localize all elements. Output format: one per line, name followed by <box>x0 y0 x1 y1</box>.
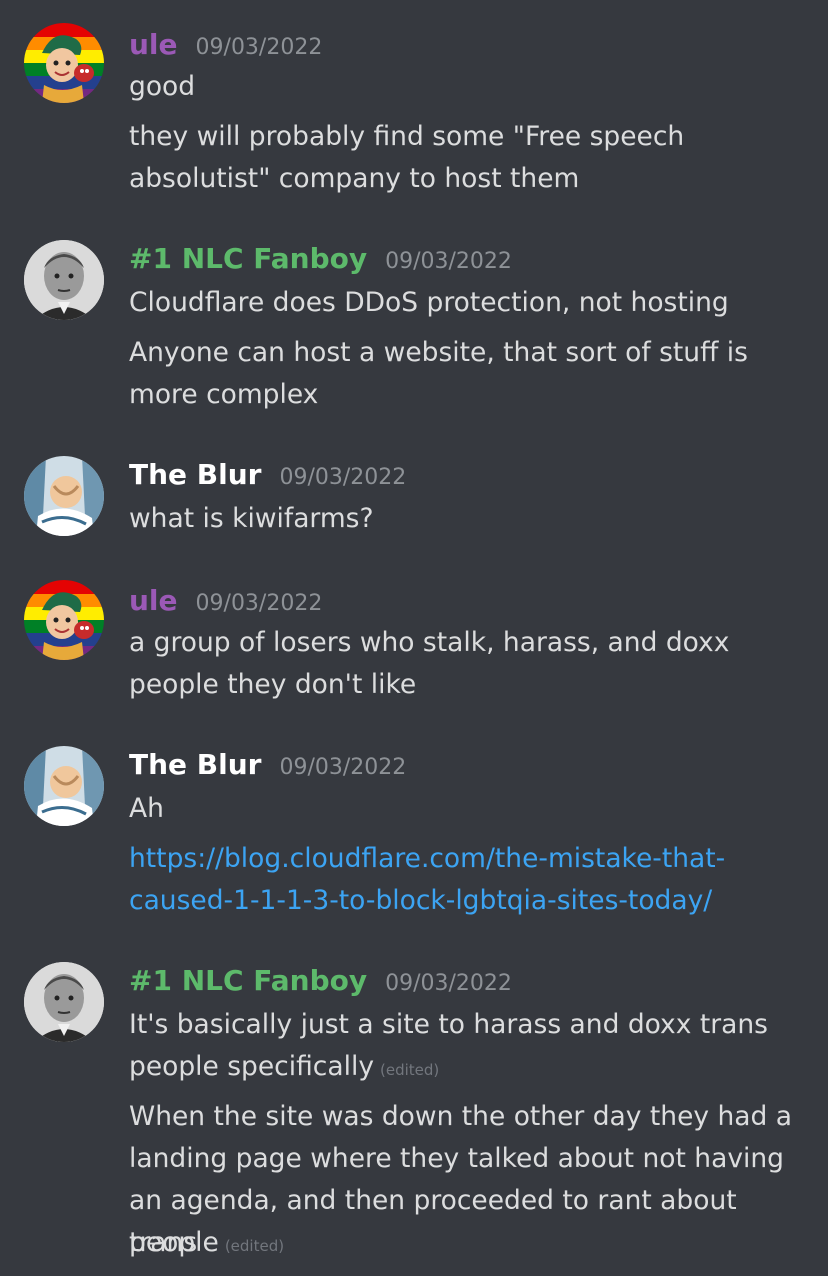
message-text: they will probably find some "Free speec… <box>129 121 685 152</box>
message-header: ule 09/03/2022 <box>129 584 322 624</box>
edited-label: (edited) <box>224 1237 285 1255</box>
author-name[interactable]: #1 NLC Fanboy <box>129 242 367 275</box>
author-name[interactable]: ule <box>129 28 178 61</box>
timestamp: 09/03/2022 <box>195 35 323 60</box>
message-text: a group of losers who stalk, harass, and… <box>129 627 730 658</box>
author-name[interactable]: The Blur <box>129 458 261 491</box>
message-text: people specifically <box>129 1051 375 1082</box>
message-text: Ah <box>129 793 164 824</box>
author-name[interactable]: The Blur <box>129 748 261 781</box>
edited-label: (edited) <box>380 1061 440 1079</box>
message-text-edited: people (edited) <box>129 1222 809 1267</box>
author-name[interactable]: ule <box>129 584 178 617</box>
message-text: people <box>129 1227 219 1258</box>
message-text: Anyone can host a website, that sort of … <box>129 337 748 368</box>
message-header: #1 NLC Fanboy 09/03/2022 <box>129 964 512 1004</box>
avatar-nlc-fanboy[interactable] <box>24 962 104 1042</box>
timestamp: 09/03/2022 <box>279 465 407 490</box>
avatar-nlc-fanboy[interactable] <box>24 240 104 320</box>
avatar-ule[interactable] <box>24 580 104 660</box>
timestamp: 09/03/2022 <box>279 755 407 780</box>
message-text: When the site was down the other day the… <box>129 1101 793 1132</box>
message-text: good <box>129 71 196 102</box>
timestamp: 09/03/2022 <box>385 249 512 274</box>
author-name[interactable]: #1 NLC Fanboy <box>129 964 367 997</box>
message-text: landing page where they talked about not… <box>129 1143 784 1174</box>
message-header: The Blur 09/03/2022 <box>129 748 406 788</box>
message-text: more complex <box>129 379 319 410</box>
message-header: #1 NLC Fanboy 09/03/2022 <box>129 242 512 282</box>
message-text: absolutist" company to host them <box>129 163 580 194</box>
avatar-ule[interactable] <box>24 23 104 103</box>
message-header: ule 09/03/2022 <box>129 28 322 68</box>
message-text: people they don't like <box>129 669 417 700</box>
message-text: Cloudflare does DDoS protection, not hos… <box>129 287 729 318</box>
message-text: It's basically just a site to harass and… <box>129 1009 768 1040</box>
message-header: The Blur 09/03/2022 <box>129 458 406 498</box>
timestamp: 09/03/2022 <box>195 591 323 616</box>
timestamp: 09/03/2022 <box>385 971 512 996</box>
message-link[interactable]: https://blog.cloudflare.com/the-mistake-… <box>129 838 809 880</box>
message-text: what is kiwifarms? <box>129 503 374 534</box>
avatar-the-blur[interactable] <box>24 456 104 536</box>
message-text-edited: people specifically (edited) <box>129 1046 809 1091</box>
message-list: ule 09/03/2022 good they will probably f… <box>0 0 828 1276</box>
avatar-the-blur[interactable] <box>24 746 104 826</box>
message-link[interactable]: caused-1-1-1-3-to-block-lgbtqia-sites-to… <box>129 880 809 922</box>
